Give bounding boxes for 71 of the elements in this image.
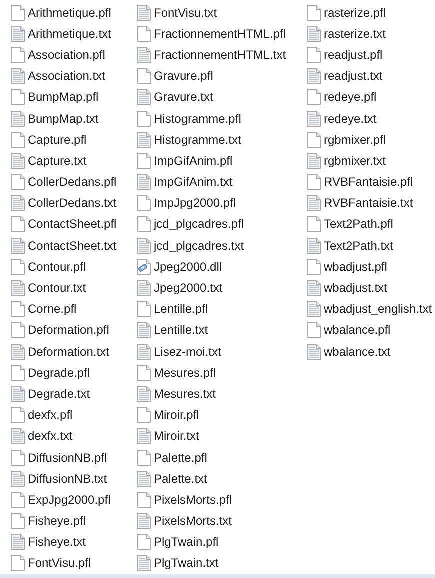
file-item[interactable]: FractionnementHTML.txt <box>126 46 295 64</box>
file-item[interactable]: jcd_plgcadres.txt <box>126 236 295 255</box>
file-item[interactable]: Fisheye.pfl <box>0 512 126 530</box>
file-item[interactable]: Arithmetique.txt <box>0 24 126 43</box>
file-item[interactable]: Capture.pfl <box>0 130 126 149</box>
file-item[interactable]: wbalance.txt <box>295 342 435 361</box>
file-item[interactable]: ContactSheet.txt <box>0 236 126 255</box>
file-item[interactable]: Deformation.pfl <box>0 321 126 340</box>
file-item[interactable]: wbadjust_english.txt <box>295 300 435 318</box>
file-item[interactable]: Lentille.txt <box>126 321 295 340</box>
file-item[interactable]: Fisheye.txt <box>0 533 126 552</box>
file-item[interactable]: ContactSheet.pfl <box>0 215 126 234</box>
file-item[interactable]: FractionnementHTML.pfl <box>126 24 295 43</box>
file-item[interactable]: PixelsMorts.txt <box>126 512 295 530</box>
file-item[interactable]: Miroir.pfl <box>126 406 295 424</box>
file-item[interactable]: readjust.txt <box>295 67 435 86</box>
file-item[interactable]: wbadjust.pfl <box>295 258 435 276</box>
file-item[interactable]: Text2Path.pfl <box>295 215 435 234</box>
file-item[interactable]: Deformation.txt <box>0 342 126 361</box>
file-item[interactable]: PlgTwain.pfl <box>126 533 295 552</box>
file-item[interactable]: CollerDedans.pfl <box>0 173 126 192</box>
file-item[interactable]: Jpeg2000.txt <box>126 279 295 298</box>
file-item[interactable]: DiffusionNB.txt <box>0 470 126 488</box>
file-item[interactable]: ImpGifAnim.pfl <box>126 152 295 170</box>
file-item[interactable]: FontVisu.txt <box>126 4 295 22</box>
file-item[interactable]: Histogramme.txt <box>126 130 295 149</box>
file-item[interactable]: wbalance.pfl <box>295 321 435 340</box>
file-item[interactable]: ImpJpg2000.pfl <box>126 194 295 212</box>
file-item[interactable]: Lisez-moi.txt <box>126 342 295 361</box>
file-item[interactable]: Association.txt <box>0 67 126 86</box>
file-item[interactable]: jcd_plgcadres.pfl <box>126 215 295 234</box>
file-item[interactable]: Mesures.txt <box>126 384 295 403</box>
file-item[interactable]: Histogramme.pfl <box>126 110 295 128</box>
file-item[interactable]: Arithmetique.pfl <box>0 4 126 22</box>
file-item[interactable]: rasterize.txt <box>295 24 435 43</box>
file-item[interactable]: redeye.pfl <box>295 88 435 106</box>
file-item[interactable]: FontVisu.pfl <box>0 554 126 572</box>
file-item[interactable]: redeye.txt <box>295 110 435 128</box>
file-item[interactable]: Miroir.txt <box>126 427 295 446</box>
file-item[interactable]: BumpMap.pfl <box>0 88 126 106</box>
file-item[interactable]: Degrade.txt <box>0 384 126 403</box>
file-item[interactable]: wbadjust.txt <box>295 279 435 298</box>
file-item[interactable]: readjust.pfl <box>295 46 435 64</box>
file-item[interactable]: Corne.pfl <box>0 300 126 318</box>
file-item[interactable]: Degrade.pfl <box>0 364 126 382</box>
file-item[interactable]: PlgTwain.txt <box>126 554 295 572</box>
file-item[interactable]: Palette.pfl <box>126 448 295 467</box>
file-item[interactable]: CollerDedans.txt <box>0 194 126 212</box>
file-item[interactable]: dexfx.pfl <box>0 406 126 424</box>
file-item[interactable]: Contour.txt <box>0 279 126 298</box>
file-item[interactable]: Text2Path.txt <box>295 236 435 255</box>
file-item[interactable]: rgbmixer.pfl <box>295 130 435 149</box>
file-item[interactable]: BumpMap.txt <box>0 110 126 128</box>
file-item[interactable]: DiffusionNB.pfl <box>0 448 126 467</box>
file-item[interactable]: Gravure.pfl <box>126 67 295 86</box>
file-item[interactable]: Association.pfl <box>0 46 126 64</box>
file-item[interactable]: Lentille.pfl <box>126 300 295 318</box>
file-item[interactable]: dexfx.txt <box>0 427 126 446</box>
file-item[interactable]: ImpGifAnim.txt <box>126 173 295 192</box>
file-item[interactable]: rasterize.pfl <box>295 4 435 22</box>
file-item[interactable]: Contour.pfl <box>0 258 126 276</box>
file-item[interactable]: Mesures.pfl <box>126 364 295 382</box>
file-item[interactable]: Gravure.txt <box>126 88 295 106</box>
file-item[interactable]: Capture.txt <box>0 152 126 170</box>
file-item[interactable]: ExpJpg2000.pfl <box>0 490 126 509</box>
file-item[interactable]: Palette.txt <box>126 470 295 488</box>
file-item[interactable]: PixelsMorts.pfl <box>126 490 295 509</box>
file-item[interactable]: rgbmixer.txt <box>295 152 435 170</box>
file-item[interactable]: RVBFantaisie.pfl <box>295 173 435 192</box>
file-item[interactable]: RVBFantaisie.txt <box>295 194 435 212</box>
file-item[interactable]: Jpeg2000.dll <box>126 258 295 276</box>
